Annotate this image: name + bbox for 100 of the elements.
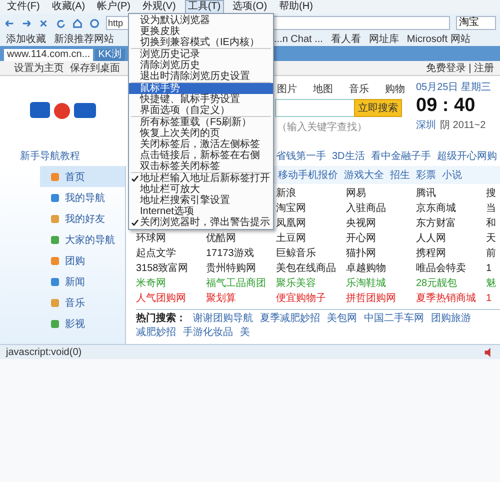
site-link[interactable]: 当 bbox=[486, 201, 500, 216]
menu-item[interactable]: 收藏(A) bbox=[48, 0, 88, 14]
menu-item[interactable]: 地址栏输入地址后新标签打开 bbox=[129, 173, 273, 184]
category-link[interactable]: 招生 bbox=[390, 168, 410, 182]
nav-link[interactable]: 看中金融子手 bbox=[370, 149, 431, 163]
menu-item[interactable]: 地址栏搜索引擎设置 bbox=[129, 195, 273, 206]
search-tab[interactable]: 音乐 bbox=[349, 82, 369, 96]
search-engine-dropdown[interactable]: 淘宝 bbox=[456, 16, 496, 30]
toolbar-link[interactable]: 设置为主页 bbox=[14, 61, 64, 75]
site-link[interactable]: 猫扑网 bbox=[346, 246, 416, 261]
site-link[interactable]: 优酷网 bbox=[206, 231, 276, 246]
toolbar-link[interactable]: 保存到桌面 bbox=[70, 61, 120, 75]
site-link[interactable]: 米奇网 bbox=[136, 276, 206, 291]
site-link[interactable]: 乐淘鞋城 bbox=[346, 276, 416, 291]
menu-item[interactable]: 地址栏可放大 bbox=[129, 184, 273, 195]
menu-item[interactable]: 关闭浏览器时，弹出警告提示 bbox=[129, 217, 273, 228]
category-link[interactable]: 移动手机报价 bbox=[278, 168, 338, 182]
search-tab[interactable]: 图片 bbox=[277, 82, 297, 96]
menu-item[interactable]: 快捷键、鼠标手势设置 bbox=[129, 94, 273, 105]
category-link[interactable]: 彩票 bbox=[416, 168, 436, 182]
site-link[interactable]: 开心网 bbox=[346, 231, 416, 246]
site-link[interactable]: 新浪 bbox=[276, 186, 346, 201]
menu-item[interactable]: 恢复上次关闭的页 bbox=[129, 128, 273, 139]
hot-search-link[interactable]: 美包网 bbox=[327, 312, 357, 326]
site-link[interactable]: 前 bbox=[486, 246, 500, 261]
site-link[interactable]: 唯品会特卖 bbox=[416, 261, 486, 276]
site-link[interactable]: 福气工品商团 bbox=[206, 276, 276, 291]
menu-item[interactable]: 帮助(H) bbox=[276, 0, 316, 14]
site-link[interactable]: 贵州特购网 bbox=[206, 261, 276, 276]
site-link[interactable]: 土豆网 bbox=[276, 231, 346, 246]
site-link[interactable]: 和 bbox=[486, 216, 500, 231]
sidebar-item[interactable]: 我的导航 bbox=[40, 187, 125, 208]
site-link[interactable]: 夏季热销商城 bbox=[416, 291, 486, 306]
category-link[interactable]: 小说 bbox=[442, 168, 462, 182]
site-link[interactable]: 便宜购物子 bbox=[276, 291, 346, 306]
hot-search-link[interactable]: 中国二手车网 bbox=[364, 312, 424, 326]
menu-item[interactable]: 点击链接后，新标签在右侧 bbox=[129, 150, 273, 161]
site-link[interactable]: 京东商城 bbox=[416, 201, 486, 216]
sidebar-item[interactable]: 影视 bbox=[40, 313, 125, 334]
site-link[interactable]: 1 bbox=[486, 291, 500, 306]
search-tab[interactable]: 地图 bbox=[313, 82, 333, 96]
menu-item[interactable]: 退出时清除浏览历史设置 bbox=[129, 71, 273, 82]
menu-item[interactable]: 设为默认浏览器 bbox=[129, 15, 273, 26]
site-link[interactable]: 环球网 bbox=[136, 231, 206, 246]
bookmark[interactable]: 看人看 bbox=[330, 32, 361, 46]
menu-item[interactable]: 帐户(P) bbox=[94, 0, 134, 14]
site-link[interactable]: 1 bbox=[486, 261, 500, 276]
site-link[interactable]: 携程网 bbox=[416, 246, 486, 261]
refresh-icon[interactable] bbox=[55, 18, 66, 28]
site-link[interactable]: 28元靓包 bbox=[416, 276, 486, 291]
site-link[interactable]: 腾讯 bbox=[416, 186, 486, 201]
menu-item[interactable]: 界面选项（自定义） bbox=[129, 105, 273, 116]
login-link[interactable]: 免费登录 | 注册 bbox=[426, 61, 494, 75]
menu-item[interactable]: 双击标签关闭标签 bbox=[129, 161, 273, 172]
site-link[interactable]: 巨鲸音乐 bbox=[276, 246, 346, 261]
site-link[interactable]: 卓越购物 bbox=[346, 261, 416, 276]
nav-link[interactable]: 省钱第一手 bbox=[276, 149, 326, 163]
site-link[interactable]: 人气团购网 bbox=[136, 291, 206, 306]
site-link[interactable]: 拼哲团购网 bbox=[346, 291, 416, 306]
search-field[interactable] bbox=[275, 99, 354, 117]
hot-search-link[interactable]: 团购旅游 bbox=[431, 312, 471, 326]
search-button[interactable]: 立即搜索 bbox=[354, 99, 402, 117]
nav-link[interactable]: 超级开心网购 bbox=[436, 149, 497, 163]
site-link[interactable]: 人人网 bbox=[416, 231, 486, 246]
site-link[interactable]: 央视网 bbox=[346, 216, 416, 231]
menu-item[interactable]: 切换到兼容模式（IE内核） bbox=[129, 37, 273, 48]
menu-item[interactable]: Internet选项 bbox=[129, 206, 273, 217]
site-link[interactable]: 网易 bbox=[346, 186, 416, 201]
hot-search-link[interactable]: 减肥妙招 bbox=[136, 326, 176, 340]
menu-item[interactable]: 文件(F) bbox=[4, 0, 43, 14]
site-link[interactable]: 淘宝网 bbox=[276, 201, 346, 216]
sidebar-item[interactable]: 团购 bbox=[40, 250, 125, 271]
browser-tab[interactable]: www.114.com.cn... bbox=[4, 49, 94, 61]
site-link[interactable]: 入驻商品 bbox=[346, 201, 416, 216]
menu-item[interactable]: 所有标签重载（F5刷新） bbox=[129, 117, 273, 128]
site-link[interactable]: 魅 bbox=[486, 276, 500, 291]
menu-item[interactable]: 选项(O) bbox=[230, 0, 270, 14]
forward-icon[interactable] bbox=[21, 18, 32, 28]
site-link[interactable]: 凤凰网 bbox=[276, 216, 346, 231]
menu-item[interactable]: 浏览历史记录 bbox=[129, 49, 273, 60]
sidebar-item[interactable]: 我的好友 bbox=[40, 208, 125, 229]
nav-link[interactable]: 3D生活 bbox=[332, 149, 365, 163]
hot-search-link[interactable]: 手游化妆品 bbox=[183, 326, 233, 340]
category-link[interactable]: 游戏大全 bbox=[344, 168, 384, 182]
menu-item[interactable]: 关闭标签后，激活左侧标签 bbox=[129, 139, 273, 150]
bookmark[interactable]: 网址库 bbox=[368, 32, 399, 46]
site-link[interactable]: 搜 bbox=[486, 186, 500, 201]
site-link[interactable]: 美包在线商品 bbox=[276, 261, 346, 276]
site-link[interactable]: 天 bbox=[486, 231, 500, 246]
site-link[interactable]: 3158致富网 bbox=[136, 261, 206, 276]
site-link[interactable]: 17173游戏 bbox=[206, 246, 276, 261]
bookmark[interactable]: ...n Chat ... bbox=[274, 34, 323, 44]
sidebar-item[interactable]: 新闻 bbox=[40, 271, 125, 292]
back-icon[interactable] bbox=[4, 18, 15, 28]
hot-search-link[interactable]: 谢谢团购导航 bbox=[193, 312, 253, 326]
search-tab[interactable]: 购物 bbox=[385, 82, 405, 96]
bookmark[interactable]: Microsoft 网站 bbox=[406, 32, 470, 46]
sidebar-item[interactable]: 大家的导航 bbox=[40, 229, 125, 250]
menu-item[interactable]: 清除浏览历史 bbox=[129, 60, 273, 71]
site-link[interactable]: 东方财富 bbox=[416, 216, 486, 231]
